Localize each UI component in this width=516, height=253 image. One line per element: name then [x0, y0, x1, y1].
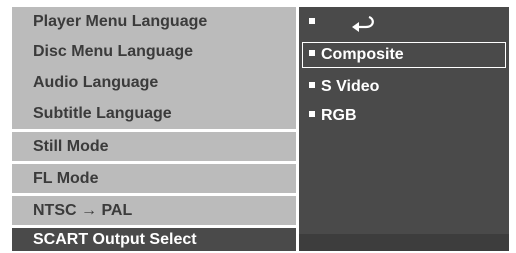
menu-item-still-mode[interactable]: Still Mode	[12, 134, 296, 160]
menu-item-audio-language[interactable]: Audio Language	[12, 70, 296, 96]
setup-menu-list: Player Menu Language Disc Menu Language …	[12, 7, 296, 251]
options-panel: Composite S Video RGB	[299, 7, 509, 251]
menu-item-subtitle-language[interactable]: Subtitle Language	[12, 101, 296, 127]
option-label: Composite	[321, 46, 404, 63]
osd-menu-frame: Player Menu Language Disc Menu Language …	[12, 7, 509, 251]
option-label: RGB	[321, 107, 357, 124]
return-arrow-icon	[352, 15, 374, 32]
return-option[interactable]	[303, 10, 503, 36]
option-rgb[interactable]: RGB	[303, 103, 503, 129]
option-composite[interactable]: Composite	[302, 42, 506, 68]
menu-item-disc-menu-language[interactable]: Disc Menu Language	[12, 39, 296, 65]
bullet-icon	[309, 49, 315, 56]
bullet-icon	[309, 110, 315, 117]
menu-item-ntsc-pal[interactable]: NTSC → PAL	[12, 198, 296, 224]
menu-item-player-menu-language[interactable]: Player Menu Language	[12, 9, 296, 35]
menu-item-fl-mode[interactable]: FL Mode	[12, 166, 296, 192]
bullet-icon	[309, 81, 315, 88]
option-label: S Video	[321, 78, 380, 95]
bullet-icon	[309, 17, 315, 24]
option-s-video[interactable]: S Video	[303, 74, 503, 100]
bottom-bar	[299, 234, 509, 251]
menu-item-scart-output-select[interactable]: SCART Output Select	[12, 227, 296, 253]
